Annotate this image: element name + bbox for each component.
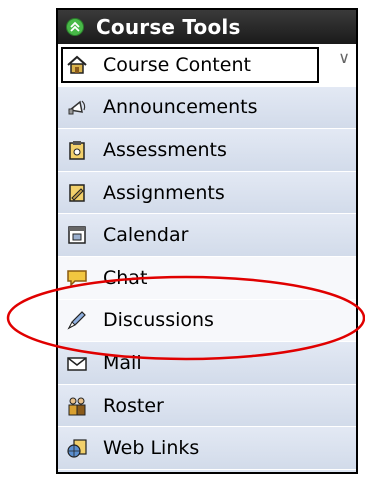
menu-item-label: Chat: [103, 266, 148, 289]
menu-item-assessments[interactable]: Assessments: [58, 129, 356, 172]
clipboard-icon: [65, 138, 89, 162]
panel-header[interactable]: Course Tools: [58, 10, 356, 44]
menu-item-label: Web Links: [103, 437, 200, 460]
menu-item-label: Assignments: [103, 181, 225, 204]
people-icon: [65, 394, 89, 418]
chevron-up-double-icon[interactable]: [66, 18, 84, 36]
chevron-down-icon[interactable]: ∨: [338, 50, 350, 66]
menu-item-discussions[interactable]: Discussions: [58, 299, 356, 343]
calendar-icon: [65, 223, 89, 247]
menu-item-label: Course Content: [103, 53, 251, 76]
menu-item-course-content[interactable]: Course Content ∨: [58, 44, 356, 87]
pen-icon: [65, 308, 89, 332]
menu-item-web-links[interactable]: Web Links: [58, 427, 356, 470]
tool-menu: Course Content ∨ Announcements Assessmen…: [58, 44, 356, 470]
course-tools-panel: Course Tools Course Content ∨ Announceme…: [56, 8, 358, 474]
menu-item-label: Roster: [103, 394, 164, 417]
globe-link-icon: [65, 436, 89, 460]
menu-item-label: Discussions: [103, 309, 214, 332]
menu-item-label: Assessments: [103, 138, 227, 161]
menu-item-calendar[interactable]: Calendar: [58, 214, 356, 257]
selected-content: Course Content: [58, 44, 251, 87]
envelope-icon: [65, 351, 89, 375]
menu-item-assignments[interactable]: Assignments: [58, 171, 356, 215]
home-icon: [65, 53, 89, 77]
menu-item-label: Mail: [103, 351, 142, 374]
speech-bubble-icon: [65, 266, 89, 290]
menu-item-roster[interactable]: Roster: [58, 384, 356, 428]
megaphone-icon: [65, 95, 89, 119]
menu-item-announcements[interactable]: Announcements: [58, 86, 356, 130]
menu-item-chat[interactable]: Chat: [58, 256, 356, 300]
menu-item-label: Calendar: [103, 224, 189, 247]
menu-item-mail[interactable]: Mail: [58, 342, 356, 385]
pencil-paper-icon: [65, 181, 89, 205]
menu-item-label: Announcements: [103, 96, 258, 119]
panel-title: Course Tools: [96, 15, 241, 39]
